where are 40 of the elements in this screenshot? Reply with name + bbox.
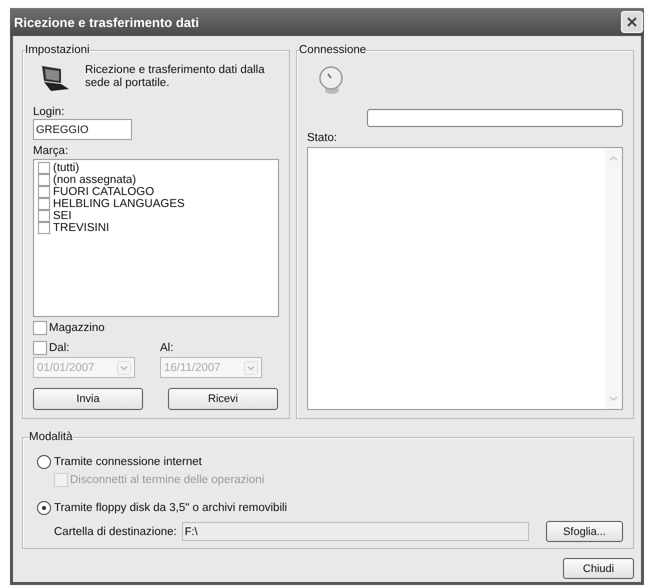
checkbox[interactable]: [38, 198, 50, 210]
brand-label[interactable]: FUORI CATALOGO: [53, 186, 154, 198]
folder-label: Cartella di destinazione:: [54, 526, 177, 538]
browse-button[interactable]: Sfoglia...: [546, 521, 623, 542]
brand-label[interactable]: (non assegnata): [53, 174, 136, 186]
radio-label[interactable]: Tramite floppy disk da 3,5" o archivi removibili: [54, 502, 288, 514]
close-icon: [627, 17, 637, 27]
brand-label[interactable]: HELBLING LANGUAGES: [53, 198, 185, 210]
button[interactable]: Ricevi: [168, 388, 278, 410]
window-title: Ricezione e trasferimento dati: [14, 14, 199, 30]
date-label: Al:: [160, 342, 174, 354]
login-field[interactable]: GREGGIO: [33, 119, 132, 140]
description-text: Ricezione e trasferimento dati dalla sede al portatile.: [85, 64, 265, 90]
scrollbar[interactable]: [605, 148, 622, 409]
checkbox-label[interactable]: Magazzino: [49, 322, 105, 334]
brand-label[interactable]: SEI: [53, 210, 72, 222]
status-label: Stato:: [307, 131, 338, 145]
group-title: Modalità: [29, 431, 72, 443]
checkbox[interactable]: [38, 162, 50, 174]
brand-list[interactable]: (tutti) (non assegnata) FUORI CATALOGO HELBLING LANGUAGES SEI TREVISINI: [33, 159, 279, 318]
brand-label: Marça:: [33, 144, 70, 158]
group-title: Impostazioni: [25, 44, 90, 56]
brand-label[interactable]: (tutti): [53, 162, 80, 174]
checkbox[interactable]: [38, 174, 50, 186]
close-dialog-button[interactable]: Chiudi: [563, 558, 634, 579]
radio-label[interactable]: Tramite connessione internet: [54, 456, 202, 468]
laptop-icon: [39, 64, 71, 94]
checkbox[interactable]: [38, 222, 50, 234]
checkbox[interactable]: [38, 186, 50, 198]
radio-button[interactable]: [37, 501, 51, 515]
checkbox[interactable]: [33, 321, 47, 336]
brand-label[interactable]: TREVISINI: [53, 222, 110, 234]
login-label: Login:: [33, 105, 66, 120]
satellite-dish-icon: [319, 66, 345, 96]
radio-button[interactable]: [37, 455, 51, 469]
checkbox[interactable]: [38, 210, 50, 222]
group-title: Connessione: [299, 44, 366, 56]
close-button[interactable]: [621, 11, 643, 33]
button[interactable]: Invia: [33, 388, 143, 410]
folder-field[interactable]: F:\: [182, 522, 529, 541]
